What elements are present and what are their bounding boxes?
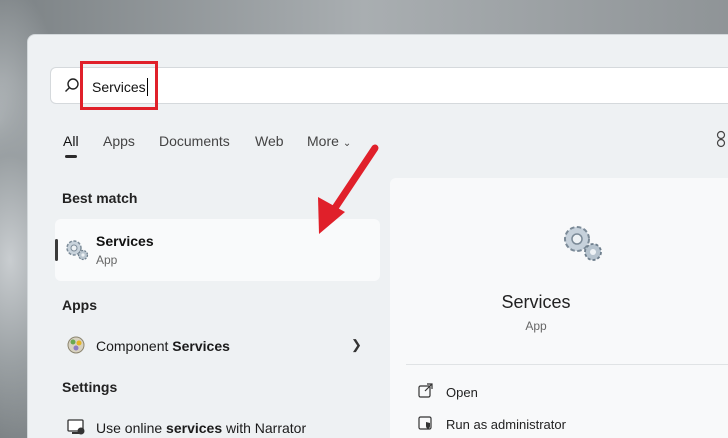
settings-heading: Settings	[62, 379, 118, 395]
best-match-card[interactable]	[55, 219, 380, 281]
tab-all[interactable]: All	[63, 133, 79, 149]
detail-divider	[406, 364, 728, 365]
narrator-settings-icon	[67, 419, 85, 435]
best-match-heading: Best match	[62, 190, 138, 206]
run-as-admin-action[interactable]: Run as administrator	[446, 417, 566, 432]
tab-apps[interactable]: Apps	[103, 133, 135, 149]
search-highlight-box	[80, 61, 158, 110]
tab-documents[interactable]: Documents	[159, 133, 230, 149]
tab-web[interactable]: Web	[255, 133, 284, 149]
tab-more[interactable]: More ⌄	[307, 133, 351, 149]
narrator-setting-item[interactable]: Use online services with Narrator	[96, 420, 306, 436]
chevron-right-icon[interactable]: ❯	[351, 337, 362, 353]
best-match-title: Services	[96, 233, 154, 249]
component-services-icon	[67, 336, 85, 354]
detail-title: Services	[501, 292, 571, 312]
selection-indicator	[55, 239, 58, 261]
open-icon	[418, 383, 433, 398]
detail-subtitle: App	[525, 319, 547, 333]
search-icon	[65, 78, 79, 92]
apps-heading: Apps	[62, 297, 97, 313]
run-as-admin-icon	[418, 416, 432, 430]
component-services-item[interactable]: Component Services	[96, 338, 230, 354]
services-gear-icon	[66, 240, 89, 261]
chevron-down-icon: ⌄	[342, 138, 352, 149]
services-large-gear-icon	[564, 226, 602, 261]
active-tab-indicator	[65, 155, 77, 158]
search-filter-tabs: All Apps Documents Web More ⌄	[0, 133, 728, 153]
open-action[interactable]: Open	[446, 385, 478, 400]
people-icon[interactable]	[713, 130, 728, 148]
best-match-subtitle: App	[96, 253, 118, 267]
